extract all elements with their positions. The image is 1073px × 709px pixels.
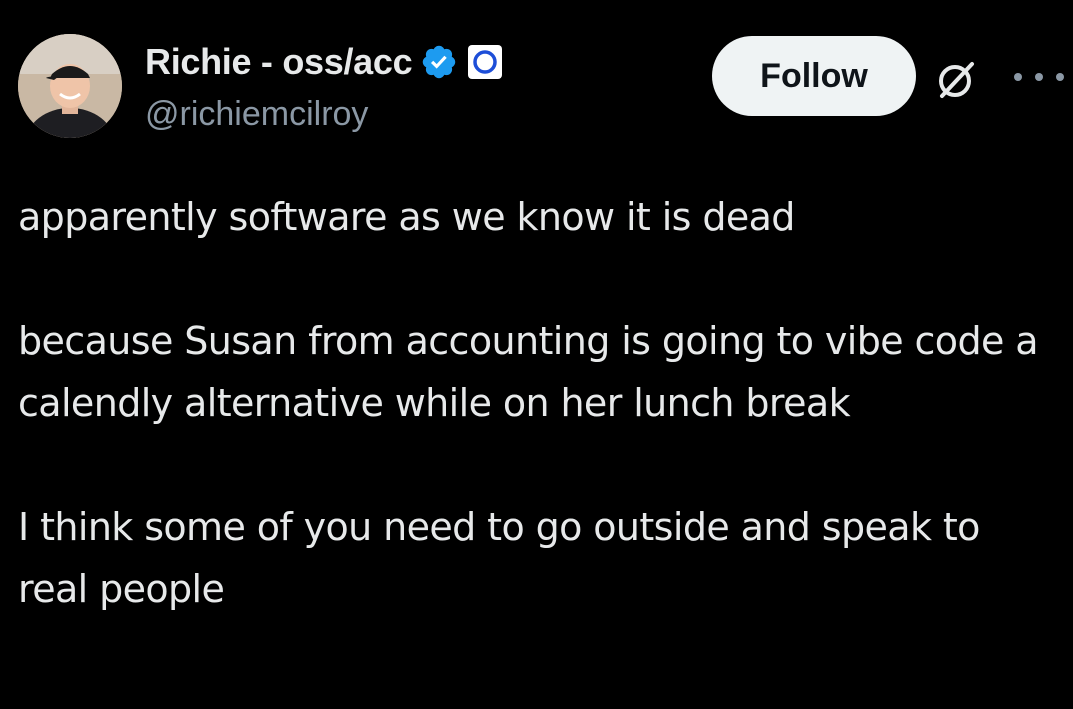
- avatar[interactable]: [18, 34, 122, 138]
- more-icon[interactable]: [1014, 60, 1064, 94]
- tweet-text: apparently software as we know it is dea…: [18, 186, 1058, 620]
- tweet-header: Richie - oss/acc @richiemcilroy Follow: [0, 0, 1073, 150]
- more-dot: [1014, 73, 1022, 81]
- affiliate-badge-icon[interactable]: [466, 43, 504, 81]
- display-name[interactable]: Richie - oss/acc: [145, 41, 413, 83]
- tweet-paragraph: apparently software as we know it is dea…: [18, 195, 795, 239]
- follow-button[interactable]: Follow: [712, 36, 916, 116]
- tweet-paragraph: because Susan from accounting is going t…: [18, 319, 1039, 425]
- verified-badge-icon[interactable]: [420, 43, 458, 81]
- more-dot: [1056, 73, 1064, 81]
- more-dot: [1035, 73, 1043, 81]
- tweet-card: Richie - oss/acc @richiemcilroy Follow a…: [0, 0, 1073, 709]
- grok-icon[interactable]: [934, 58, 978, 102]
- name-row: Richie - oss/acc: [145, 40, 504, 84]
- user-handle[interactable]: @richiemcilroy: [145, 95, 368, 134]
- tweet-paragraph: I think some of you need to go outside a…: [18, 505, 980, 611]
